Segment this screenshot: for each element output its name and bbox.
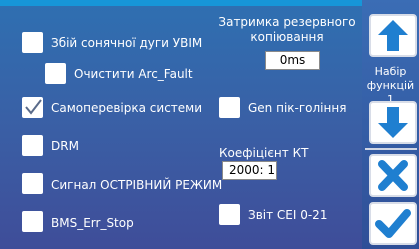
island-mode-signal-checkbox[interactable] <box>22 173 43 194</box>
gen-peak-shaving-checkbox[interactable] <box>219 97 240 118</box>
cei-report-checkbox[interactable] <box>219 204 240 225</box>
self-check-checkbox[interactable] <box>22 97 43 118</box>
drm-label: DRM <box>51 139 79 153</box>
backup-delay-label: Затримка резервного копіювання <box>212 15 362 45</box>
backup-delay-label-line1: Затримка резервного <box>218 15 356 29</box>
gen-peak-shaving-label: Gen пік-гоління <box>248 101 347 115</box>
arc-fault-checkbox[interactable] <box>22 32 43 53</box>
side-divider <box>365 148 417 150</box>
island-mode-signal-label: Сигнал ОСТРІВНИЙ РЕЖИМ <box>51 178 223 192</box>
backup-delay-input[interactable]: 0ms <box>265 51 320 70</box>
cei-report-label: Звіт CEI 0-21 <box>248 208 328 222</box>
ct-ratio-label: Коефіцієнт КТ <box>219 146 309 160</box>
ct-ratio-input[interactable]: 2000: 1 <box>222 161 277 180</box>
confirm-button[interactable] <box>369 202 417 245</box>
cancel-button[interactable] <box>369 154 417 197</box>
self-check-label: Самоперевірка системи <box>51 101 203 115</box>
bms-err-stop-label: BMS_Err_Stop <box>51 216 134 230</box>
page-down-button[interactable] <box>369 101 417 144</box>
page-up-button[interactable] <box>369 14 417 57</box>
checkmark-icon <box>25 99 42 115</box>
arc-fault-label: Збій сонячної дуги УВІМ <box>51 36 203 50</box>
function-set-line1: Набір <box>374 65 407 78</box>
backup-delay-label-line2: копіювання <box>250 30 324 44</box>
check-icon <box>375 209 411 238</box>
clear-arc-fault-checkbox[interactable] <box>45 63 66 84</box>
drm-checkbox[interactable] <box>22 135 43 156</box>
close-icon <box>378 160 408 191</box>
arrow-up-icon <box>378 20 408 51</box>
arrow-down-icon <box>378 107 408 138</box>
clear-arc-fault-label: Очистити Arc_Fault <box>74 67 193 81</box>
bms-err-stop-checkbox[interactable] <box>22 211 43 232</box>
